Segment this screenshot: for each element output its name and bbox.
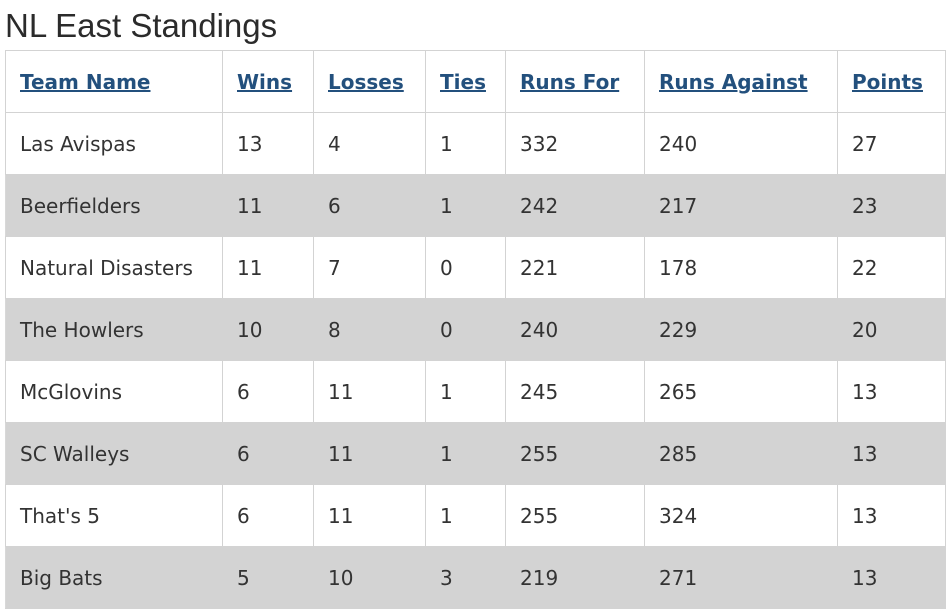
column-header-runs-for: Runs For: [505, 50, 645, 113]
table-row: McGlovins 6 11 1 245 265 13: [5, 360, 946, 423]
cell-team-name: McGlovins: [5, 360, 223, 423]
table-row: Big Bats 5 10 3 219 271 13: [5, 546, 946, 609]
cell-runs-for: 332: [505, 112, 645, 175]
cell-team-name: That's 5: [5, 484, 223, 547]
cell-runs-against: 285: [644, 422, 838, 485]
cell-runs-against: 178: [644, 236, 838, 299]
cell-points: 13: [837, 546, 946, 609]
cell-points: 20: [837, 298, 946, 361]
cell-wins: 11: [222, 236, 314, 299]
cell-ties: 1: [425, 484, 506, 547]
table-row: SC Walleys 6 11 1 255 285 13: [5, 422, 946, 485]
sort-link-team-name[interactable]: Team Name: [20, 70, 151, 94]
cell-wins: 10: [222, 298, 314, 361]
cell-points: 13: [837, 360, 946, 423]
column-header-runs-against: Runs Against: [644, 50, 838, 113]
cell-wins: 6: [222, 360, 314, 423]
table-row: That's 5 6 11 1 255 324 13: [5, 484, 946, 547]
cell-ties: 0: [425, 236, 506, 299]
sort-link-runs-for[interactable]: Runs For: [520, 70, 619, 94]
cell-runs-against: 229: [644, 298, 838, 361]
table-row: Las Avispas 13 4 1 332 240 27: [5, 112, 946, 175]
sort-link-runs-against[interactable]: Runs Against: [659, 70, 808, 94]
cell-team-name: Beerfielders: [5, 174, 223, 237]
cell-runs-against: 240: [644, 112, 838, 175]
page-title: NL East Standings: [5, 7, 278, 44]
cell-runs-against: 324: [644, 484, 838, 547]
cell-wins: 13: [222, 112, 314, 175]
cell-runs-against: 265: [644, 360, 838, 423]
cell-runs-for: 255: [505, 422, 645, 485]
cell-runs-for: 245: [505, 360, 645, 423]
cell-ties: 1: [425, 360, 506, 423]
cell-wins: 11: [222, 174, 314, 237]
cell-losses: 7: [313, 236, 426, 299]
column-header-wins: Wins: [222, 50, 314, 113]
cell-team-name: Las Avispas: [5, 112, 223, 175]
column-header-team-name: Team Name: [5, 50, 223, 113]
cell-losses: 6: [313, 174, 426, 237]
sort-link-losses[interactable]: Losses: [328, 70, 404, 94]
table-row: Natural Disasters 11 7 0 221 178 22: [5, 236, 946, 299]
cell-losses: 8: [313, 298, 426, 361]
cell-losses: 10: [313, 546, 426, 609]
column-header-losses: Losses: [313, 50, 426, 113]
cell-runs-against: 217: [644, 174, 838, 237]
cell-wins: 6: [222, 484, 314, 547]
cell-points: 23: [837, 174, 946, 237]
cell-losses: 4: [313, 112, 426, 175]
cell-runs-for: 221: [505, 236, 645, 299]
cell-wins: 6: [222, 422, 314, 485]
cell-points: 27: [837, 112, 946, 175]
standings-table: Team Name Wins Losses Ties Runs For Runs…: [5, 50, 946, 609]
cell-runs-for: 219: [505, 546, 645, 609]
cell-points: 13: [837, 422, 946, 485]
header-row: Team Name Wins Losses Ties Runs For Runs…: [5, 50, 946, 113]
column-header-ties: Ties: [425, 50, 506, 113]
cell-losses: 11: [313, 484, 426, 547]
sort-link-wins[interactable]: Wins: [237, 70, 292, 94]
cell-team-name: The Howlers: [5, 298, 223, 361]
cell-runs-for: 255: [505, 484, 645, 547]
cell-runs-for: 242: [505, 174, 645, 237]
cell-losses: 11: [313, 360, 426, 423]
cell-team-name: SC Walleys: [5, 422, 223, 485]
cell-losses: 11: [313, 422, 426, 485]
cell-runs-for: 240: [505, 298, 645, 361]
cell-team-name: Big Bats: [5, 546, 223, 609]
cell-ties: 1: [425, 174, 506, 237]
cell-team-name: Natural Disasters: [5, 236, 223, 299]
cell-points: 13: [837, 484, 946, 547]
cell-ties: 3: [425, 546, 506, 609]
column-header-points: Points: [837, 50, 946, 113]
table-row: Beerfielders 11 6 1 242 217 23: [5, 174, 946, 237]
cell-ties: 1: [425, 112, 506, 175]
sort-link-ties[interactable]: Ties: [440, 70, 486, 94]
cell-runs-against: 271: [644, 546, 838, 609]
cell-points: 22: [837, 236, 946, 299]
cell-ties: 0: [425, 298, 506, 361]
cell-wins: 5: [222, 546, 314, 609]
table-row: The Howlers 10 8 0 240 229 20: [5, 298, 946, 361]
sort-link-points[interactable]: Points: [852, 70, 923, 94]
cell-ties: 1: [425, 422, 506, 485]
